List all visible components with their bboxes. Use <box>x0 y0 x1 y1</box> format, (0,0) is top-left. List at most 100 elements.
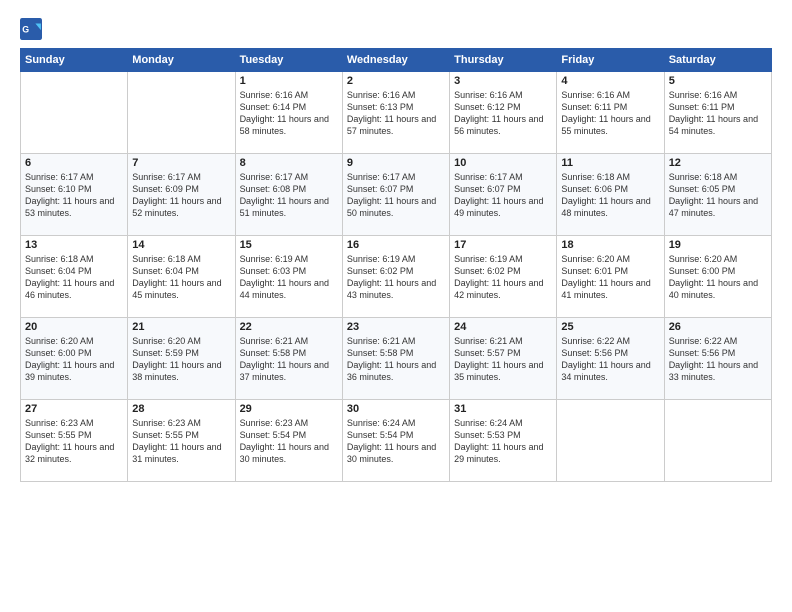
day-info: Sunrise: 6:18 AMSunset: 6:04 PMDaylight:… <box>25 253 123 302</box>
day-info: Sunrise: 6:20 AMSunset: 6:01 PMDaylight:… <box>561 253 659 302</box>
day-number: 17 <box>454 239 552 251</box>
calendar-page: G SundayMondayTuesdayWednesdayThursdayFr… <box>0 0 792 612</box>
calendar-cell: 24Sunrise: 6:21 AMSunset: 5:57 PMDayligh… <box>450 318 557 400</box>
calendar-cell: 15 Sunrise: 6:19 AMSunset: 6:03 PMDayligh… <box>235 236 342 318</box>
day-info: Sunrise: 6:19 AMSunset: 6:03 PMDaylight:… <box>240 253 338 302</box>
day-number: 23 <box>347 321 445 333</box>
calendar-cell: 25 Sunrise: 6:22 AMSunset: 5:56 PMDayligh… <box>557 318 664 400</box>
day-info: Sunrise: 6:22 AMSunset: 5:56 PMDaylight:… <box>561 335 659 384</box>
calendar-cell: 31 Sunrise: 6:24 AMSunset: 5:53 PMDayligh… <box>450 400 557 482</box>
day-info: Sunrise: 6:23 AMSunset: 5:54 PMDaylight:… <box>240 417 338 466</box>
day-info: Sunrise: 6:20 AMSunset: 6:00 PMDaylight:… <box>25 335 123 384</box>
day-info: Sunrise: 6:17 AMSunset: 6:09 PMDaylight:… <box>132 171 230 220</box>
day-info: Sunrise: 6:21 AMSunset: 5:58 PMDaylight:… <box>347 335 445 384</box>
day-info: Sunrise: 6:17 AMSunset: 6:07 PMDaylight:… <box>347 171 445 220</box>
week-row-2: 6 Sunrise: 6:17 AMSunset: 6:10 PMDaylight… <box>21 154 772 236</box>
day-info: Sunrise: 6:17 AMSunset: 6:08 PMDaylight:… <box>240 171 338 220</box>
calendar-cell <box>664 400 771 482</box>
day-info: Sunrise: 6:16 AMSunset: 6:14 PMDaylight:… <box>240 89 338 138</box>
day-info: Sunrise: 6:22 AMSunset: 5:56 PMDaylight:… <box>669 335 767 384</box>
weekday-header-wednesday: Wednesday <box>342 49 449 72</box>
day-number: 26 <box>669 321 767 333</box>
day-number: 2 <box>347 75 445 87</box>
day-number: 7 <box>132 157 230 169</box>
day-info: Sunrise: 6:21 AMSunset: 5:57 PMDaylight:… <box>454 335 552 384</box>
calendar-table: SundayMondayTuesdayWednesdayThursdayFrid… <box>20 48 772 482</box>
day-info: Sunrise: 6:24 AMSunset: 5:53 PMDaylight:… <box>454 417 552 466</box>
week-row-3: 13 Sunrise: 6:18 AMSunset: 6:04 PMDayligh… <box>21 236 772 318</box>
day-number: 8 <box>240 157 338 169</box>
header-row: G <box>20 18 772 40</box>
day-number: 4 <box>561 75 659 87</box>
calendar-cell: 21 Sunrise: 6:20 AMSunset: 5:59 PMDayligh… <box>128 318 235 400</box>
calendar-cell: 9Sunrise: 6:17 AMSunset: 6:07 PMDaylight… <box>342 154 449 236</box>
logo-icon: G <box>20 18 42 40</box>
day-info: Sunrise: 6:20 AMSunset: 6:00 PMDaylight:… <box>669 253 767 302</box>
calendar-cell <box>128 72 235 154</box>
day-info: Sunrise: 6:16 AMSunset: 6:12 PMDaylight:… <box>454 89 552 138</box>
day-info: Sunrise: 6:18 AMSunset: 6:04 PMDaylight:… <box>132 253 230 302</box>
day-number: 3 <box>454 75 552 87</box>
day-number: 25 <box>561 321 659 333</box>
day-number: 10 <box>454 157 552 169</box>
day-info: Sunrise: 6:16 AMSunset: 6:11 PMDaylight:… <box>669 89 767 138</box>
calendar-cell: 19 Sunrise: 6:20 AMSunset: 6:00 PMDayligh… <box>664 236 771 318</box>
day-info: Sunrise: 6:23 AMSunset: 5:55 PMDaylight:… <box>25 417 123 466</box>
week-row-4: 20Sunrise: 6:20 AMSunset: 6:00 PMDayligh… <box>21 318 772 400</box>
calendar-cell: 29 Sunrise: 6:23 AMSunset: 5:54 PMDayligh… <box>235 400 342 482</box>
weekday-header-saturday: Saturday <box>664 49 771 72</box>
logo: G <box>20 18 46 40</box>
calendar-cell: 20Sunrise: 6:20 AMSunset: 6:00 PMDayligh… <box>21 318 128 400</box>
day-number: 19 <box>669 239 767 251</box>
svg-text:G: G <box>22 24 29 34</box>
weekday-header-tuesday: Tuesday <box>235 49 342 72</box>
day-number: 31 <box>454 403 552 415</box>
day-number: 27 <box>25 403 123 415</box>
day-number: 29 <box>240 403 338 415</box>
calendar-cell: 10Sunrise: 6:17 AMSunset: 6:07 PMDayligh… <box>450 154 557 236</box>
weekday-header-monday: Monday <box>128 49 235 72</box>
calendar-cell: 13 Sunrise: 6:18 AMSunset: 6:04 PMDayligh… <box>21 236 128 318</box>
day-number: 21 <box>132 321 230 333</box>
day-number: 13 <box>25 239 123 251</box>
day-number: 11 <box>561 157 659 169</box>
calendar-cell: 22Sunrise: 6:21 AMSunset: 5:58 PMDayligh… <box>235 318 342 400</box>
day-number: 14 <box>132 239 230 251</box>
day-info: Sunrise: 6:17 AMSunset: 6:10 PMDaylight:… <box>25 171 123 220</box>
day-info: Sunrise: 6:20 AMSunset: 5:59 PMDaylight:… <box>132 335 230 384</box>
calendar-cell: 4 Sunrise: 6:16 AMSunset: 6:11 PMDaylight… <box>557 72 664 154</box>
day-info: Sunrise: 6:16 AMSunset: 6:13 PMDaylight:… <box>347 89 445 138</box>
week-row-1: 1 Sunrise: 6:16 AMSunset: 6:14 PMDaylight… <box>21 72 772 154</box>
weekday-header-row: SundayMondayTuesdayWednesdayThursdayFrid… <box>21 49 772 72</box>
day-info: Sunrise: 6:24 AMSunset: 5:54 PMDaylight:… <box>347 417 445 466</box>
day-number: 15 <box>240 239 338 251</box>
day-info: Sunrise: 6:19 AMSunset: 6:02 PMDaylight:… <box>454 253 552 302</box>
day-number: 28 <box>132 403 230 415</box>
week-row-5: 27 Sunrise: 6:23 AMSunset: 5:55 PMDayligh… <box>21 400 772 482</box>
day-number: 1 <box>240 75 338 87</box>
calendar-cell: 2 Sunrise: 6:16 AMSunset: 6:13 PMDaylight… <box>342 72 449 154</box>
calendar-cell: 18 Sunrise: 6:20 AMSunset: 6:01 PMDayligh… <box>557 236 664 318</box>
day-number: 5 <box>669 75 767 87</box>
calendar-cell: 6 Sunrise: 6:17 AMSunset: 6:10 PMDaylight… <box>21 154 128 236</box>
calendar-cell: 11 Sunrise: 6:18 AMSunset: 6:06 PMDayligh… <box>557 154 664 236</box>
day-number: 30 <box>347 403 445 415</box>
calendar-cell: 27 Sunrise: 6:23 AMSunset: 5:55 PMDayligh… <box>21 400 128 482</box>
calendar-cell: 17 Sunrise: 6:19 AMSunset: 6:02 PMDayligh… <box>450 236 557 318</box>
day-number: 18 <box>561 239 659 251</box>
calendar-cell: 23 Sunrise: 6:21 AMSunset: 5:58 PMDayligh… <box>342 318 449 400</box>
day-info: Sunrise: 6:18 AMSunset: 6:06 PMDaylight:… <box>561 171 659 220</box>
day-info: Sunrise: 6:18 AMSunset: 6:05 PMDaylight:… <box>669 171 767 220</box>
day-number: 6 <box>25 157 123 169</box>
day-number: 16 <box>347 239 445 251</box>
day-number: 12 <box>669 157 767 169</box>
weekday-header-friday: Friday <box>557 49 664 72</box>
calendar-cell: 26 Sunrise: 6:22 AMSunset: 5:56 PMDayligh… <box>664 318 771 400</box>
day-number: 22 <box>240 321 338 333</box>
weekday-header-sunday: Sunday <box>21 49 128 72</box>
calendar-cell: 30 Sunrise: 6:24 AMSunset: 5:54 PMDayligh… <box>342 400 449 482</box>
calendar-cell: 14 Sunrise: 6:18 AMSunset: 6:04 PMDayligh… <box>128 236 235 318</box>
calendar-cell: 7 Sunrise: 6:17 AMSunset: 6:09 PMDaylight… <box>128 154 235 236</box>
calendar-cell: 5 Sunrise: 6:16 AMSunset: 6:11 PMDaylight… <box>664 72 771 154</box>
day-info: Sunrise: 6:16 AMSunset: 6:11 PMDaylight:… <box>561 89 659 138</box>
